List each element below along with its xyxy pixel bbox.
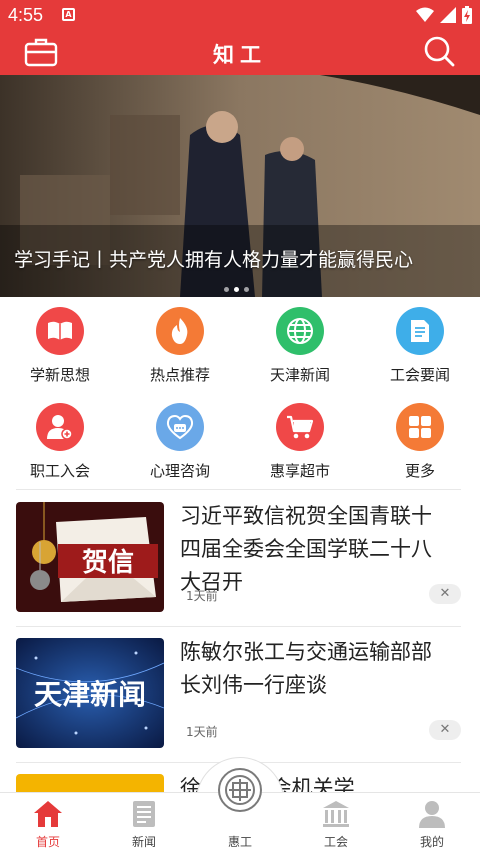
- tab-label: 我的: [419, 835, 444, 849]
- banner-carousel[interactable]: 学习手记丨共产党人拥有人格力量才能赢得民心: [0, 75, 480, 297]
- grid-label: 心理咨询: [149, 462, 210, 480]
- grid-item-tianjin[interactable]: 天津新闻: [250, 297, 350, 387]
- carousel-dot-active: [234, 287, 239, 292]
- wifi-icon: [416, 7, 434, 22]
- grid-item-union-news[interactable]: 工会要闻: [370, 297, 470, 387]
- grid-item-study[interactable]: 学新思想: [10, 297, 110, 387]
- news-time: 1天前: [186, 725, 218, 739]
- tab-label: 惠工: [227, 835, 252, 849]
- news-thumbnail: 天津新闻: [16, 638, 164, 748]
- grid-label: 热点推荐: [149, 366, 210, 384]
- grid-item-hot[interactable]: 热点推荐: [130, 297, 230, 387]
- flame-icon: [156, 307, 204, 355]
- tab-label: 首页: [35, 835, 60, 849]
- heart-chat-icon: [156, 403, 204, 451]
- search-icon[interactable]: [422, 34, 456, 68]
- tab-label: 新闻: [131, 835, 156, 849]
- grid-label: 职工入会: [29, 462, 90, 480]
- document-icon: [396, 307, 444, 355]
- carousel-dot: [224, 287, 229, 292]
- signal-icon: [440, 7, 456, 23]
- status-time: 4:55: [8, 5, 44, 25]
- grid-item-join[interactable]: 职工入会: [10, 393, 110, 483]
- user-icon: [419, 801, 445, 828]
- tab-label: 工会: [323, 835, 348, 849]
- dismiss-button[interactable]: ✕: [429, 584, 461, 604]
- grid-label: 惠享超市: [269, 462, 330, 480]
- dismiss-button[interactable]: ✕: [429, 720, 461, 740]
- grid-label: 更多: [404, 462, 435, 480]
- grid-label: 学新思想: [29, 366, 90, 384]
- battery-icon: [462, 6, 472, 24]
- news-thumbnail: 贺信: [16, 502, 164, 612]
- news-icon: [133, 801, 155, 827]
- globe-icon: [276, 307, 324, 355]
- status-bar: 4:55 A: [0, 0, 480, 30]
- news-headline[interactable]: 习近平致信祝贺全国青联十四届全委会全国学联二十八大召开: [180, 500, 452, 599]
- home-icon: [34, 801, 62, 827]
- thumb-text: 天津新闻: [34, 678, 146, 711]
- notification-a-icon: A: [62, 8, 75, 21]
- grid-item-market[interactable]: 惠享超市: [250, 393, 350, 483]
- tab-home[interactable]: 首页: [0, 793, 96, 855]
- book-icon: [36, 307, 84, 355]
- carousel-dots: [224, 287, 249, 292]
- grid-item-counsel[interactable]: 心理咨询: [130, 393, 230, 483]
- news-thumbnail: [16, 774, 164, 792]
- news-headline[interactable]: 陈敏尔张工与交通运输部部长刘伟一行座谈: [180, 636, 452, 702]
- function-grid: 学新思想 热点推荐 天津新闻 工会要闻 职工入会 心理咨询 惠享超市 更多: [0, 297, 480, 489]
- grid-item-more[interactable]: 更多: [370, 393, 470, 483]
- news-item[interactable]: 天津新闻 陈敏尔张工与交通运输部部长刘伟一行座谈 1天前 ✕: [0, 626, 480, 762]
- news-item[interactable]: 贺信 习近平致信祝贺全国青联十四届全委会全国学联二十八大召开 1天前 ✕: [0, 490, 480, 626]
- grid-more-icon: [396, 403, 444, 451]
- status-icons: [416, 6, 472, 24]
- grid-label: 工会要闻: [389, 366, 450, 384]
- tab-profile[interactable]: 我的: [384, 793, 480, 855]
- app-title: 知工: [213, 42, 267, 67]
- thumb-text: 贺信: [82, 548, 134, 578]
- tab-union[interactable]: 工会: [288, 793, 384, 855]
- grid-label: 天津新闻: [269, 366, 330, 384]
- add-user-icon: [36, 403, 84, 451]
- tab-news[interactable]: 新闻: [96, 793, 192, 855]
- news-time: 1天前: [186, 589, 218, 603]
- banner-caption: 学习手记丨共产党人拥有人格力量才能赢得民心: [14, 249, 414, 271]
- building-icon: [323, 801, 349, 827]
- cart-icon: [276, 403, 324, 451]
- carousel-dot: [244, 287, 249, 292]
- union-logo-icon[interactable]: [218, 768, 262, 812]
- app-bar: 知工: [0, 30, 480, 75]
